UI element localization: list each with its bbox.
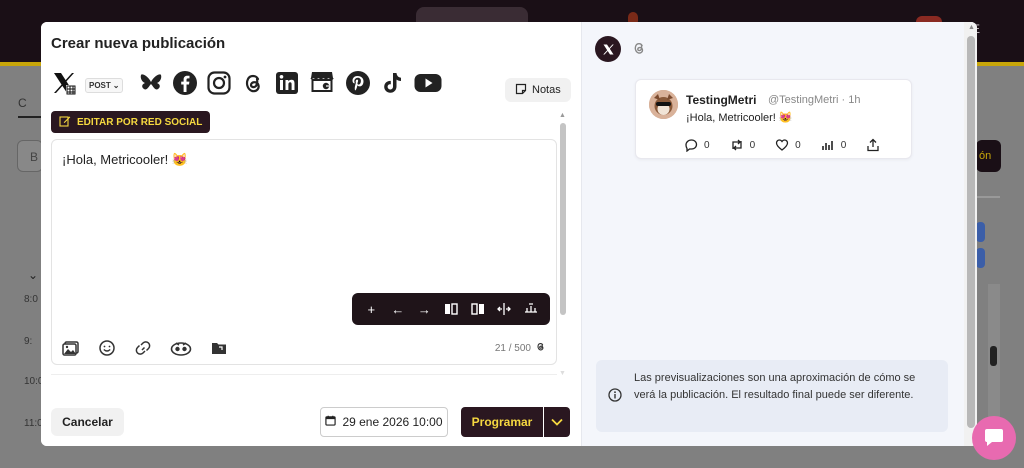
adjust-icon[interactable]	[521, 299, 541, 319]
time-label: 9:	[24, 336, 33, 347]
background-divider	[976, 196, 1000, 198]
composer-panel: Crear nueva publicación POST ⌄ Notas EDI…	[41, 22, 581, 446]
background-input: B	[17, 140, 43, 172]
chevron-down-icon: ⌄	[28, 268, 39, 282]
views-count: 0	[840, 139, 847, 151]
preview-post-text: ¡Hola, Metricooler! 😻	[686, 112, 793, 124]
folder-icon[interactable]	[210, 339, 228, 357]
emoji-icon[interactable]	[98, 339, 116, 357]
bluesky-icon[interactable]	[138, 70, 164, 96]
chat-icon	[985, 429, 1003, 446]
google-business-icon[interactable]	[309, 68, 335, 94]
preview-panel: TestingMetri @TestingMetri · 1h ¡Hola, M…	[581, 22, 977, 446]
instagram-icon[interactable]	[206, 70, 232, 96]
retweet-count: 0	[749, 139, 756, 151]
background-scroll-thumb	[990, 346, 997, 366]
modal-scrollbar[interactable]: ▲	[964, 22, 977, 446]
analytics-icon	[821, 141, 833, 150]
facebook-icon[interactable]	[172, 70, 198, 96]
threads-icon[interactable]	[240, 70, 266, 96]
x-icon	[602, 44, 614, 54]
like-count: 0	[795, 139, 801, 151]
tiktok-icon[interactable]	[379, 70, 405, 96]
editor-actions	[62, 339, 228, 357]
preview-info-text: Las previsualizaciones son una aproximac…	[634, 372, 916, 401]
background-tab: C	[18, 96, 42, 118]
post-type-label: POST	[89, 81, 111, 90]
edit-by-network-button[interactable]: EDITAR POR RED SOCIAL	[51, 111, 211, 133]
schedule-button[interactable]: Programar	[461, 407, 543, 437]
post-editor[interactable]: ¡Hola, Metricooler! 😻 + ← → 21 / 500	[51, 139, 557, 365]
background-event	[976, 248, 985, 268]
threads-preview-tab[interactable]	[631, 40, 647, 56]
scroll-up-arrow[interactable]: ▲	[559, 112, 566, 119]
modal-scroll-thumb[interactable]	[967, 36, 975, 428]
scroll-up-arrow[interactable]: ▲	[968, 24, 975, 31]
chat-support-button[interactable]	[972, 416, 1016, 460]
schedule-date-button[interactable]: 29 ene 2026 10:00	[320, 407, 448, 437]
info-icon	[608, 388, 622, 402]
editor-scroll-thumb[interactable]	[560, 123, 566, 315]
calendar-icon	[325, 415, 337, 429]
linkedin-icon[interactable]	[274, 70, 300, 96]
preview-account-handle: @TestingMetri · 1h	[768, 94, 861, 106]
reply-icon	[685, 139, 698, 152]
retweet-action: 0	[730, 138, 756, 152]
notes-button[interactable]: Notas	[505, 78, 571, 102]
image-icon[interactable]	[62, 339, 80, 357]
x-icon[interactable]	[51, 70, 77, 96]
preview-info-box: Las previsualizaciones son una aproximac…	[596, 360, 948, 432]
editor-scrollbar[interactable]: ▲ ▼	[559, 112, 567, 382]
expand-horizontal-icon[interactable]	[494, 299, 514, 319]
link-icon[interactable]	[134, 339, 152, 357]
threads-icon	[634, 43, 644, 54]
post-type-select[interactable]: POST ⌄	[85, 78, 124, 93]
preview-actions: 0 0 0 0	[684, 138, 880, 152]
retweet-icon	[731, 139, 742, 151]
schedule-options-button[interactable]	[544, 407, 570, 437]
edit-by-network-label: EDITAR POR RED SOCIAL	[77, 116, 203, 128]
schedule-date-label: 29 ene 2026 10:00	[342, 415, 443, 429]
chevron-down-icon	[551, 413, 563, 431]
time-label: 8:0	[24, 294, 38, 305]
arrow-left-icon[interactable]: ←	[388, 299, 408, 319]
heart-icon	[775, 139, 789, 151]
media-toolbar: + ← →	[352, 293, 550, 325]
arrow-right-icon[interactable]: →	[414, 299, 434, 319]
counter-text: 21 / 500	[494, 342, 531, 354]
reply-count: 0	[704, 139, 710, 151]
ai-assistant-icon[interactable]	[170, 339, 192, 357]
editor-divider	[51, 374, 557, 386]
modal-title: Crear nueva publicación	[51, 35, 226, 52]
reply-action: 0	[684, 138, 710, 152]
editor-text[interactable]: ¡Hola, Metricooler! 😻	[62, 152, 188, 168]
create-post-modal: Crear nueva publicación POST ⌄ Notas EDI…	[41, 22, 977, 446]
share-icon	[867, 138, 879, 152]
time-label: 11:0	[24, 418, 43, 429]
background-event	[976, 222, 985, 242]
background-action-button: ón	[976, 140, 1001, 172]
tweet-preview-card: TestingMetri @TestingMetri · 1h ¡Hola, M…	[635, 79, 912, 159]
scroll-down-arrow[interactable]: ▼	[559, 370, 566, 377]
plus-icon[interactable]: +	[361, 299, 381, 319]
avatar	[649, 90, 678, 119]
chevron-down-icon: ⌄	[112, 81, 120, 90]
notes-label: Notas	[532, 84, 561, 96]
like-action: 0	[775, 138, 801, 152]
character-counter: 21 / 500	[495, 341, 546, 355]
align-left-icon[interactable]	[441, 299, 461, 319]
cancel-button[interactable]: Cancelar	[51, 408, 124, 436]
align-right-icon[interactable]	[468, 299, 488, 319]
x-preview-tab[interactable]	[595, 36, 621, 62]
youtube-icon[interactable]	[413, 70, 443, 96]
edit-icon	[59, 115, 71, 130]
share-action	[866, 138, 880, 152]
views-action: 0	[821, 138, 847, 152]
threads-icon	[535, 341, 546, 355]
pinterest-icon[interactable]	[345, 70, 371, 96]
preview-account-name: TestingMetri	[686, 93, 757, 107]
note-icon	[515, 83, 527, 98]
